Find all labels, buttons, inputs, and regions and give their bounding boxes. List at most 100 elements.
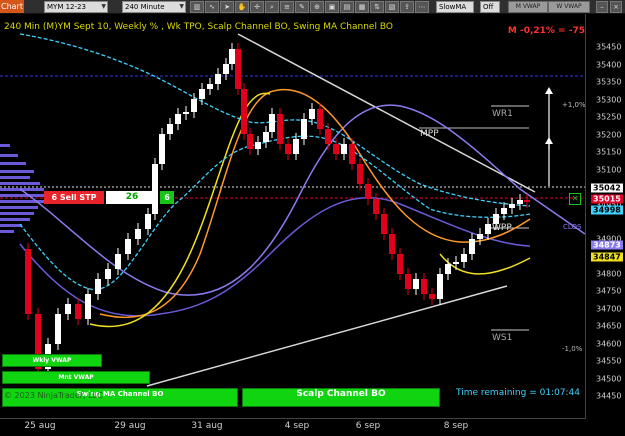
candle-body — [85, 294, 91, 319]
template-icon[interactable]: ▤ — [340, 1, 354, 13]
x-tick: 25 aug — [24, 421, 56, 431]
candle-body — [509, 204, 515, 208]
tpo-profile — [0, 144, 48, 233]
candle-body — [357, 164, 363, 184]
share-icon[interactable]: ⇪ — [400, 1, 414, 13]
candle-body — [341, 144, 347, 154]
candle-body — [191, 99, 197, 112]
price-box-clos: 34998 — [591, 205, 623, 215]
x-tick: 31 aug — [191, 421, 223, 431]
toggle-select[interactable]: Off — [480, 1, 500, 13]
indicator-icon[interactable]: ∿ — [205, 1, 219, 13]
candle-body — [55, 314, 61, 344]
chart-trader-icon[interactable]: ⇅ — [370, 1, 384, 13]
lock-icon[interactable]: ▣ — [325, 1, 339, 13]
upper-trendline[interactable] — [237, 33, 536, 193]
data-box-icon[interactable]: ▦ — [355, 1, 369, 13]
candle-body — [501, 208, 507, 214]
search-icon[interactable]: ⌕ — [265, 1, 279, 13]
toggle-label: Off — [483, 3, 494, 11]
x-tick: 6 sep — [355, 421, 381, 431]
more-icon[interactable]: ⋯ — [415, 1, 429, 13]
scalp-channel-label: Scalp Channel BO — [296, 389, 386, 399]
candle-body — [145, 214, 151, 229]
time-axis[interactable]: 25 aug 29 aug 31 aug 4 sep 6 sep 8 sep — [0, 418, 585, 436]
candle-body — [524, 200, 530, 202]
pointer-icon[interactable]: ➤ — [220, 1, 234, 13]
candle-body — [453, 262, 459, 264]
candle-body — [389, 234, 395, 254]
y-tick: 35150 — [596, 147, 622, 157]
candle-body — [317, 109, 323, 129]
sell-stop-value: 26 — [106, 191, 158, 204]
candle-body — [381, 214, 387, 234]
y-tick: 34800 — [596, 269, 622, 279]
wkly-vwap-button[interactable]: Wkly VWAP — [2, 354, 102, 367]
candle-body — [207, 84, 213, 89]
candle-body — [175, 114, 181, 124]
performance-readout: M -0,21% = -75 — [507, 26, 585, 36]
chevron-down-icon: ▼ — [101, 3, 106, 10]
candle-body — [263, 132, 269, 142]
candle-body — [413, 279, 419, 289]
chart-window: Chart MYM 12-23 ▼ 240 Minute ▼ ▥ ∿ ➤ ✋ ✛… — [0, 0, 625, 435]
y-tick: 35350 — [596, 77, 622, 87]
y-tick: 35450 — [596, 42, 622, 52]
close-order-icon[interactable]: ✕ — [569, 193, 581, 205]
chart-title: 240 Min (M)YM Sept 10, Weekly % , Wk TPO… — [4, 22, 393, 32]
y-tick: 34600 — [596, 339, 622, 349]
candle-body — [247, 134, 253, 149]
candle-body — [269, 114, 275, 132]
scalp-channel-button[interactable]: Scalp Channel BO — [242, 388, 440, 407]
price-axis[interactable]: 35450 35400 35350 35300 35250 35200 3515… — [585, 14, 625, 419]
candle-body — [125, 239, 131, 254]
candle-body — [105, 269, 111, 279]
w-vwap-button[interactable]: W VWAP — [548, 1, 590, 13]
ws1-label: WS1 — [492, 333, 513, 343]
swing-ma-line — [19, 196, 531, 317]
sell-stop-label[interactable]: 6 Sell STP — [44, 191, 104, 204]
y-tick: 35250 — [596, 112, 622, 122]
y-tick: 35300 — [596, 95, 622, 105]
arrange-icon[interactable]: ▧ — [385, 1, 399, 13]
candle-body — [199, 89, 205, 99]
candle-body — [255, 142, 261, 149]
zoom-icon[interactable]: ⊕ — [310, 1, 324, 13]
candle-body — [223, 64, 229, 74]
y-tick: 34550 — [596, 356, 622, 366]
candle-body — [309, 109, 315, 119]
close-icon[interactable]: × — [610, 1, 622, 13]
candle-body — [183, 112, 189, 114]
properties-icon[interactable]: ≡ — [280, 1, 294, 13]
price-box-yellow: 34847 — [591, 252, 623, 262]
candle-body — [215, 74, 221, 84]
mnt-vwap-button[interactable]: Mnt VWAP — [2, 371, 150, 384]
pencil-icon[interactable]: ✎ — [295, 1, 309, 13]
interval-select[interactable]: 240 Minute ▼ — [122, 1, 186, 13]
price-box-sell: 35015 — [591, 194, 623, 204]
chart-tab[interactable]: Chart — [0, 0, 24, 13]
instrument-select[interactable]: MYM 12-23 ▼ — [44, 1, 108, 13]
candle-body — [135, 229, 141, 239]
candle-body — [429, 294, 435, 299]
y-tick: 35400 — [596, 60, 622, 70]
bar-chart-icon[interactable]: ▥ — [190, 1, 204, 13]
candle-body — [373, 199, 379, 214]
ma-select[interactable]: SlowMA — [436, 1, 474, 13]
pct-up-label: +1,0% — [562, 101, 586, 109]
candle-body — [241, 89, 247, 134]
interval-label: 240 Minute — [125, 3, 165, 11]
minimize-icon[interactable]: – — [596, 1, 608, 13]
candle-body — [25, 249, 31, 314]
time-remaining: Time remaining = 01:07:44 — [456, 388, 581, 398]
lower-trendline[interactable] — [146, 285, 508, 387]
candle-body — [461, 254, 467, 262]
sell-stop-count: 6 — [160, 191, 174, 204]
clos-label: CLOS — [563, 223, 582, 231]
target-arrows — [545, 87, 553, 186]
candle-body — [293, 139, 299, 154]
hand-icon[interactable]: ✋ — [235, 1, 249, 13]
crosshair-icon[interactable]: ✛ — [250, 1, 264, 13]
m-vwap-button[interactable]: M VWAP — [508, 1, 548, 13]
candle-body — [349, 144, 355, 164]
